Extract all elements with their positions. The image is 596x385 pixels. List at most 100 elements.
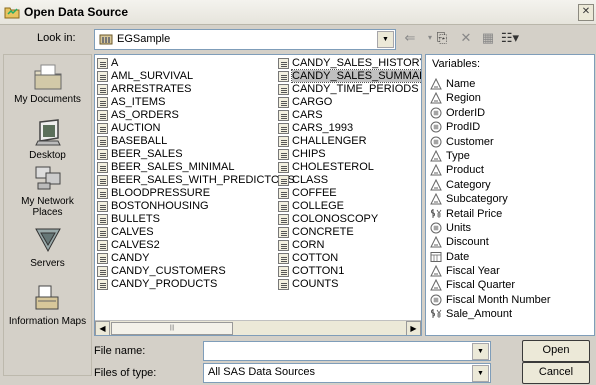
- file-item[interactable]: CARGO: [278, 96, 421, 109]
- place-my-documents[interactable]: My Documents: [4, 61, 91, 105]
- chevron-down-icon[interactable]: ▼: [472, 343, 489, 360]
- file-item[interactable]: COLLEGE: [278, 200, 421, 213]
- file-item[interactable]: AML_SURVIVAL: [97, 70, 295, 83]
- file-item[interactable]: AS_ITEMS: [97, 96, 295, 109]
- close-button[interactable]: ✕: [578, 4, 594, 21]
- file-item[interactable]: CHOLESTEROL: [278, 161, 421, 174]
- file-item[interactable]: COLONOSCOPY: [278, 213, 421, 226]
- delete-icon[interactable]: ✕: [456, 28, 476, 48]
- variable-item[interactable]: Sale_Amount: [430, 307, 551, 321]
- file-item-label: BEER_SALES_WITH_PREDICTORS: [111, 174, 295, 186]
- file-list[interactable]: A AML_SURVIVAL ARRESTRATES AS_ITEMS AS_ORDER…: [94, 54, 422, 336]
- file-item[interactable]: CANDY: [97, 252, 295, 265]
- place-servers[interactable]: Servers: [4, 225, 91, 269]
- look-in-label: Look in:: [37, 32, 76, 44]
- variable-label: Type: [446, 149, 470, 162]
- back-icon[interactable]: ⇐: [400, 28, 420, 48]
- file-item-label: CARS_1993: [292, 122, 354, 134]
- file-name-field[interactable]: ▼: [203, 341, 491, 361]
- date-icon: [430, 251, 442, 263]
- open-button[interactable]: Open: [522, 340, 590, 362]
- variable-item[interactable]: Fiscal Year: [430, 264, 551, 278]
- file-item[interactable]: CANDY_SALES_SUMMARY: [278, 69, 421, 83]
- views-icon[interactable]: ☷▾: [500, 28, 520, 48]
- look-in-combo[interactable]: EGSample ▼: [94, 29, 396, 50]
- variable-label: Region: [446, 92, 481, 105]
- file-item-label: CANDY: [111, 252, 150, 264]
- place-information-maps[interactable]: Information Maps: [4, 283, 91, 327]
- dataset-icon: [97, 58, 108, 69]
- variable-item[interactable]: Customer: [430, 135, 551, 149]
- variable-label: Name: [446, 78, 476, 90]
- numeric-icon: [430, 136, 442, 148]
- file-item[interactable]: CANDY_PRODUCTS: [97, 278, 295, 291]
- dataset-icon: [97, 162, 108, 173]
- files-of-type-select[interactable]: All SAS Data Sources ▼: [203, 363, 491, 383]
- dataset-icon: [278, 84, 289, 95]
- file-item[interactable]: CONCRETE: [278, 226, 421, 239]
- file-item[interactable]: AUCTION: [97, 122, 295, 135]
- variable-item[interactable]: Product: [430, 163, 551, 177]
- place-desktop[interactable]: Desktop: [4, 117, 91, 161]
- variable-label: Date: [446, 250, 470, 263]
- file-column-1: A AML_SURVIVAL ARRESTRATES AS_ITEMS AS_ORDER…: [97, 57, 295, 291]
- file-item[interactable]: CARS: [278, 109, 421, 122]
- dataset-icon: [97, 84, 108, 95]
- file-item[interactable]: ARRESTRATES: [97, 83, 295, 96]
- file-item[interactable]: CORN: [278, 239, 421, 252]
- file-item[interactable]: COUNTS: [278, 278, 421, 291]
- file-item[interactable]: CLASS: [278, 174, 421, 187]
- file-item-label: CARS: [292, 109, 323, 121]
- places-bar: My Documents Desktop My Network Places S…: [3, 54, 92, 376]
- variable-item[interactable]: OrderID: [430, 106, 551, 120]
- file-item-label: BULLETS: [111, 213, 160, 225]
- chevron-down-icon[interactable]: ▼: [377, 31, 394, 48]
- file-item[interactable]: CANDY_SALES_HISTORY: [278, 57, 421, 70]
- file-item[interactable]: CALVES2: [97, 239, 295, 252]
- file-item[interactable]: CHALLENGER: [278, 135, 421, 148]
- file-item[interactable]: CALVES: [97, 226, 295, 239]
- file-item-label: AS_ITEMS: [111, 96, 166, 108]
- look-in-value: EGSample: [117, 33, 171, 45]
- new-folder-icon[interactable]: ▦: [478, 28, 498, 48]
- variable-item[interactable]: ProdID: [430, 120, 551, 134]
- scroll-right-icon[interactable]: ▶: [406, 321, 421, 335]
- currency-icon: [430, 208, 442, 220]
- file-item[interactable]: BLOODPRESSURE: [97, 187, 295, 200]
- file-item[interactable]: A: [97, 57, 295, 70]
- variable-item[interactable]: Type: [430, 149, 551, 163]
- file-item[interactable]: COTTON: [278, 252, 421, 265]
- variable-item[interactable]: Retail Price: [430, 207, 551, 221]
- scroll-left-icon[interactable]: ◀: [95, 321, 110, 335]
- cancel-button[interactable]: Cancel: [522, 362, 590, 384]
- horizontal-scrollbar[interactable]: ◀ ||| ▶: [95, 320, 421, 335]
- dataset-icon: [278, 227, 289, 238]
- file-item[interactable]: COFFEE: [278, 187, 421, 200]
- file-item[interactable]: BEER_SALES: [97, 148, 295, 161]
- scroll-thumb[interactable]: |||: [111, 322, 233, 335]
- file-item[interactable]: COTTON1: [278, 265, 421, 278]
- file-item[interactable]: AS_ORDERS: [97, 109, 295, 122]
- variable-item[interactable]: Fiscal Month Number: [430, 293, 551, 307]
- variable-item[interactable]: Units: [430, 221, 551, 235]
- file-item[interactable]: BULLETS: [97, 213, 295, 226]
- variables-list: Name Region OrderID ProdID Customer Type Produ…: [430, 77, 551, 322]
- file-item[interactable]: CANDY_CUSTOMERS: [97, 265, 295, 278]
- file-item[interactable]: BOSTONHOUSING: [97, 200, 295, 213]
- variable-item[interactable]: Category: [430, 178, 551, 192]
- file-item[interactable]: BASEBALL: [97, 135, 295, 148]
- variable-item[interactable]: Name: [430, 77, 551, 91]
- variable-item[interactable]: Date: [430, 250, 551, 264]
- file-item[interactable]: CHIPS: [278, 148, 421, 161]
- file-item[interactable]: BEER_SALES_MINIMAL: [97, 161, 295, 174]
- file-item[interactable]: CANDY_TIME_PERIODS: [278, 83, 421, 96]
- variable-item[interactable]: Fiscal Quarter: [430, 278, 551, 292]
- up-folder-icon[interactable]: ⎘: [432, 28, 452, 48]
- variable-item[interactable]: Discount: [430, 235, 551, 249]
- variable-item[interactable]: Region: [430, 91, 551, 105]
- place-my-network-places[interactable]: My Network Places: [4, 163, 91, 218]
- chevron-down-icon[interactable]: ▼: [472, 365, 489, 382]
- file-item[interactable]: BEER_SALES_WITH_PREDICTORS: [97, 174, 295, 187]
- variable-item[interactable]: Subcategory: [430, 192, 551, 206]
- file-item[interactable]: CARS_1993: [278, 122, 421, 135]
